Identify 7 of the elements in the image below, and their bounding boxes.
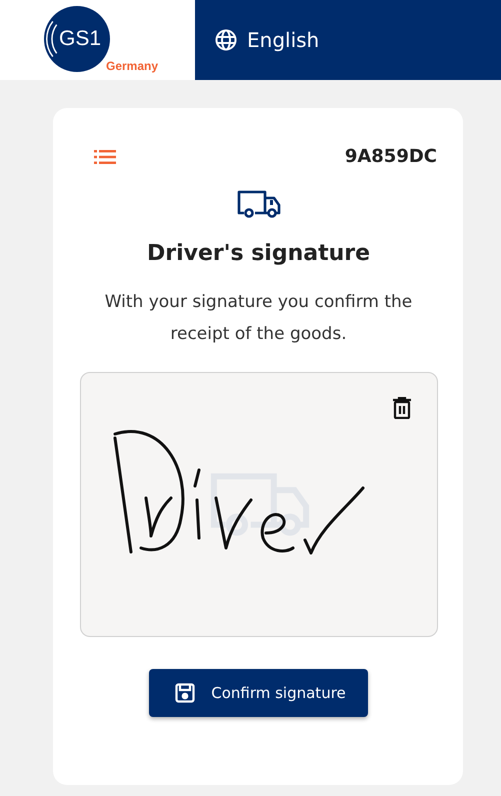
logo-subtitle: Germany xyxy=(106,60,158,72)
confirm-signature-button[interactable]: Confirm signature xyxy=(149,669,368,717)
language-button[interactable]: English xyxy=(215,28,320,52)
order-id: 9A859DC xyxy=(344,146,437,167)
description-text: With your signature you confirm the receipt of the goods. xyxy=(104,291,414,346)
page-title: Driver's signature xyxy=(146,241,370,266)
logo-text: GS1 xyxy=(59,28,102,49)
